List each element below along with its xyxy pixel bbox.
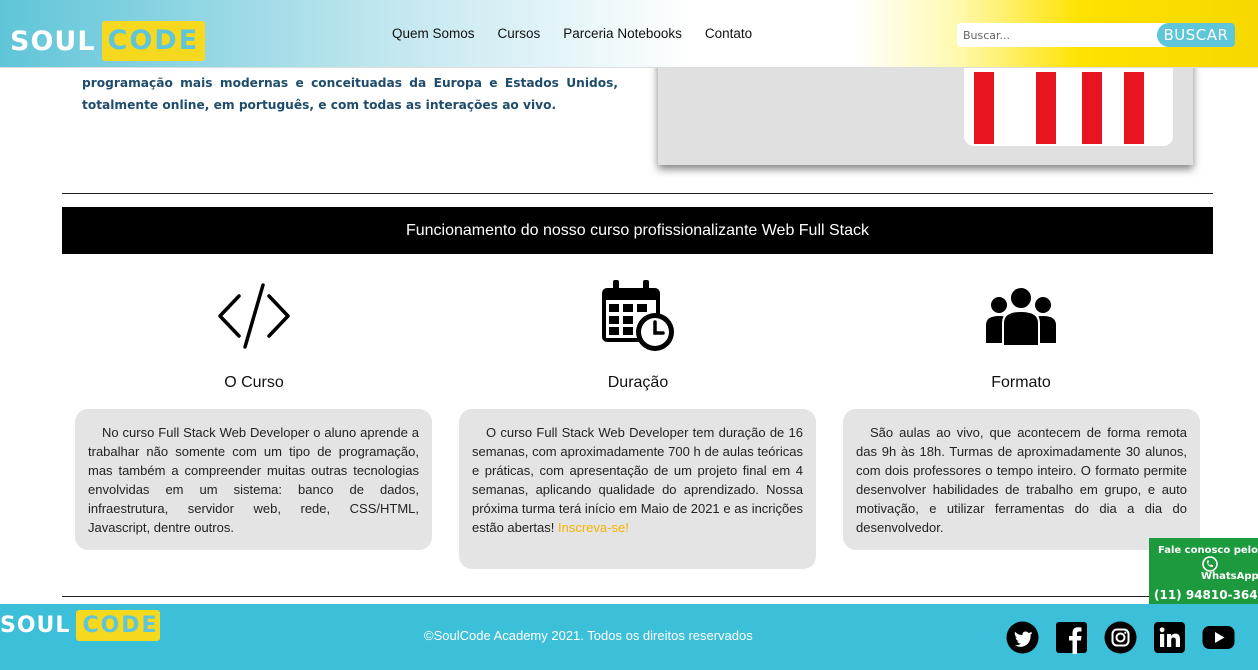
code-icon bbox=[217, 282, 291, 354]
whatsapp-phone: (11) 94810-3644 bbox=[1154, 588, 1258, 602]
section-banner: Funcionamento do nosso curso profissiona… bbox=[62, 207, 1213, 254]
search-form: BUSCAR bbox=[957, 23, 1235, 47]
logo-soul: SOUL bbox=[0, 613, 71, 638]
nav-quem-somos[interactable]: Quem Somos bbox=[392, 26, 475, 41]
search-button[interactable]: BUSCAR bbox=[1157, 23, 1235, 47]
nav-contato[interactable]: Contato bbox=[705, 26, 752, 41]
column-title-curso: O Curso bbox=[224, 374, 284, 391]
divider bbox=[62, 596, 1213, 597]
group-icon bbox=[985, 285, 1059, 353]
logo-soul: SOUL bbox=[10, 25, 96, 57]
card-formato-text: São aulas ao vivo, que acontecem de form… bbox=[856, 425, 1187, 535]
twitter-icon[interactable] bbox=[1006, 621, 1039, 654]
facebook-icon[interactable] bbox=[1055, 621, 1088, 654]
youtube-icon[interactable] bbox=[1202, 621, 1235, 654]
divider bbox=[62, 193, 1213, 194]
card-duracao-text: O curso Full Stack Web Developer tem dur… bbox=[472, 425, 803, 535]
whatsapp-widget[interactable]: Fale conosco pelo WhatsApp! (11) 94810-3… bbox=[1149, 538, 1258, 604]
nav-parceria-notebooks[interactable]: Parceria Notebooks bbox=[563, 26, 682, 41]
whatsapp-label: Fale conosco pelo bbox=[1158, 545, 1258, 556]
column-title-formato: Formato bbox=[991, 374, 1051, 391]
card-formato: São aulas ao vivo, que acontecem de form… bbox=[843, 409, 1200, 550]
red-bar bbox=[1124, 72, 1144, 144]
copyright-text: ©SoulCode Academy 2021. Todos os direito… bbox=[424, 628, 753, 643]
calendar-clock-icon bbox=[601, 280, 675, 358]
inscreva-se-link[interactable]: Inscreva-se! bbox=[558, 520, 629, 535]
footer-logo[interactable]: SOUL CODE bbox=[0, 610, 161, 641]
social-links bbox=[1006, 621, 1235, 654]
red-bar bbox=[1082, 72, 1102, 144]
red-bar bbox=[974, 72, 994, 144]
card-curso-text: No curso Full Stack Web Developer o alun… bbox=[88, 425, 419, 535]
site-header: SOUL CODE Quem Somos Cursos Parceria Not… bbox=[0, 0, 1258, 68]
nav-cursos[interactable]: Cursos bbox=[498, 26, 541, 41]
main-nav: Quem Somos Cursos Parceria Notebooks Con… bbox=[392, 26, 752, 41]
card-duracao: O curso Full Stack Web Developer tem dur… bbox=[459, 409, 816, 569]
linkedin-icon[interactable] bbox=[1153, 621, 1186, 654]
whatsapp-brand: WhatsApp! bbox=[1201, 571, 1258, 582]
logo-code: CODE bbox=[101, 21, 205, 61]
instagram-icon[interactable] bbox=[1104, 621, 1137, 654]
site-footer: SOUL CODE ©SoulCode Academy 2021. Todos … bbox=[0, 604, 1258, 670]
red-bar bbox=[1036, 72, 1056, 144]
column-title-duracao: Duração bbox=[607, 374, 669, 391]
search-input[interactable] bbox=[957, 23, 1167, 47]
page: programadores, através de metodologia ág… bbox=[0, 0, 1258, 670]
header-logo[interactable]: SOUL CODE bbox=[10, 20, 205, 62]
logo-code: CODE bbox=[76, 610, 161, 641]
card-curso: No curso Full Stack Web Developer o alun… bbox=[75, 409, 432, 550]
